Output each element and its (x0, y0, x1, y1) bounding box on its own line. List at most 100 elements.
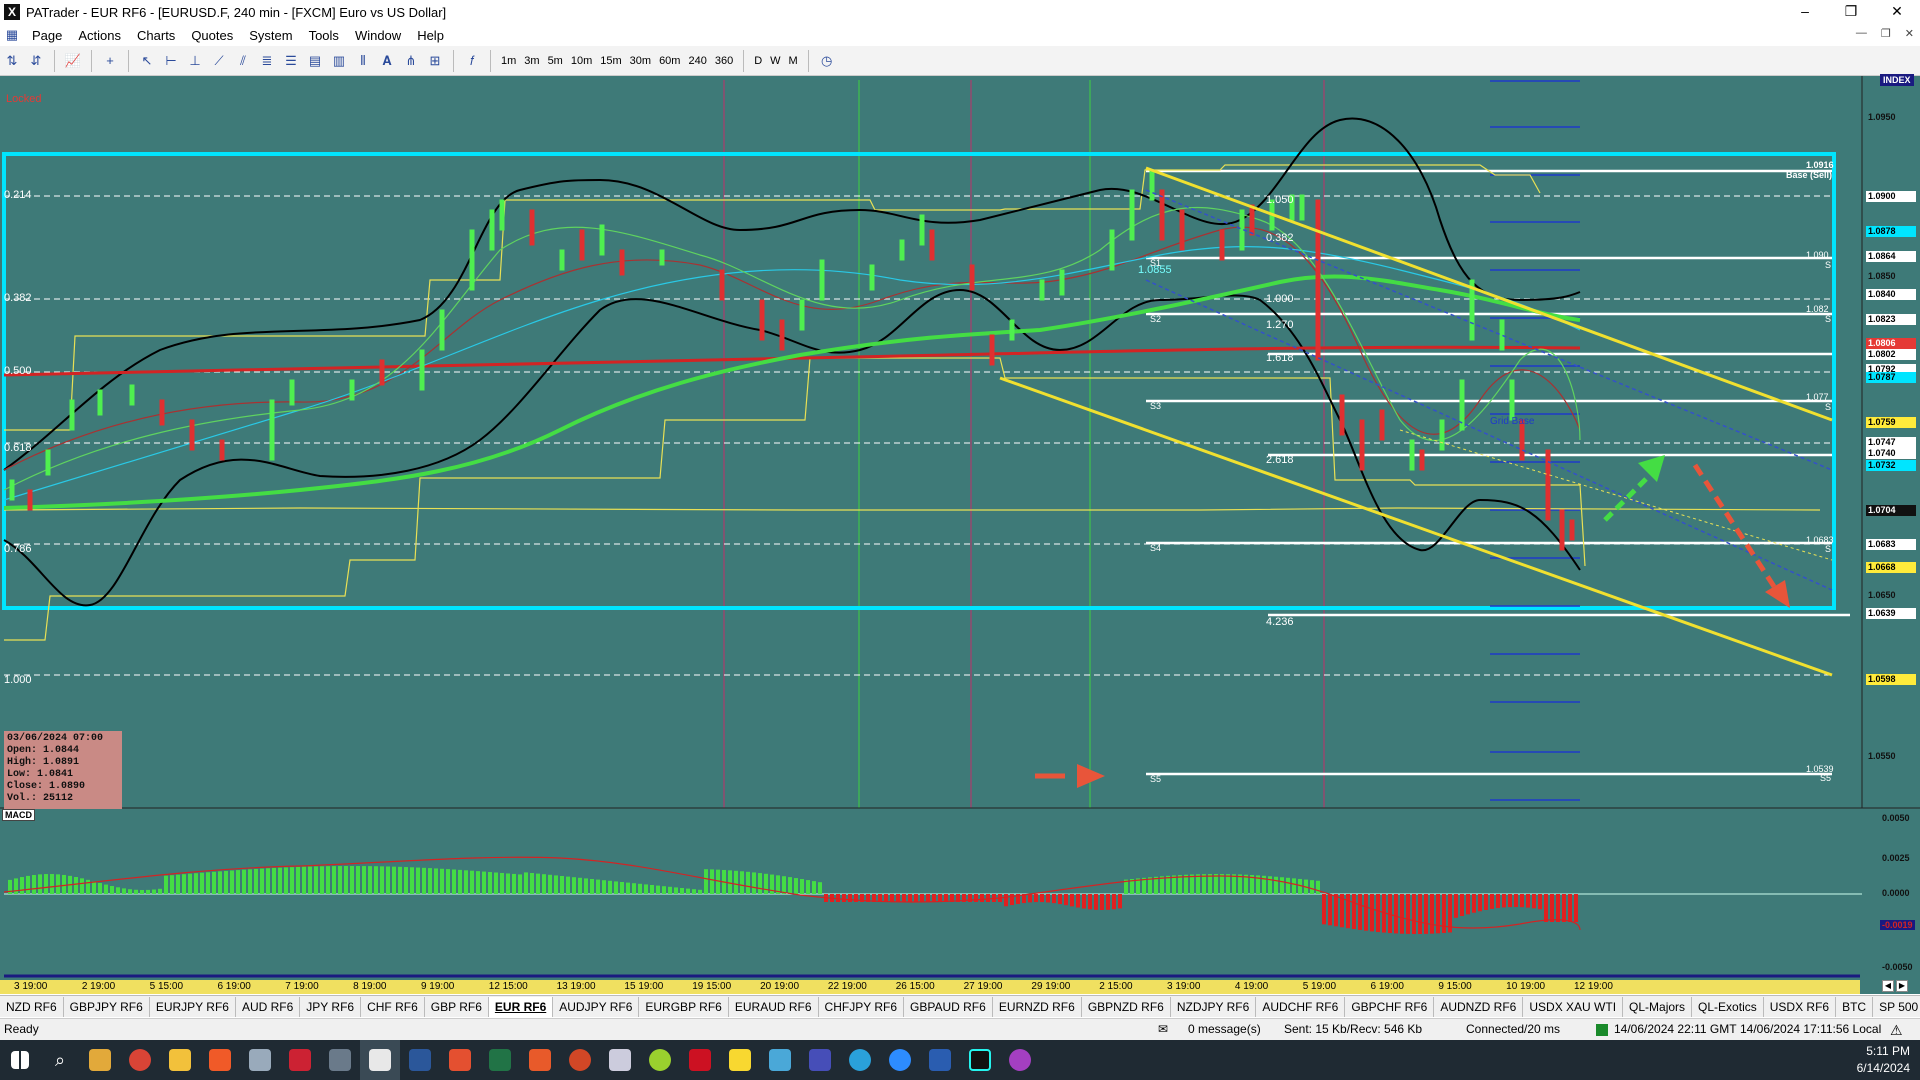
word-icon[interactable] (400, 1040, 440, 1080)
monitor-icon[interactable] (760, 1040, 800, 1080)
alert-icon[interactable]: ⚠ (1890, 1022, 1903, 1039)
symbol-tab[interactable]: USDX XAU WTI (1523, 996, 1624, 1017)
symbol-tab[interactable]: EURNZD RF6 (993, 996, 1082, 1017)
chrome-icon[interactable] (120, 1040, 160, 1080)
symbol-tab[interactable]: GBPCHF RF6 (1345, 996, 1435, 1017)
calculator-icon[interactable] (320, 1040, 360, 1080)
menu-quotes[interactable]: System (241, 28, 300, 43)
symbol-tab[interactable]: GBPJPY RF6 (64, 996, 150, 1017)
price-chart[interactable] (0, 76, 1920, 994)
crosshair-icon[interactable]: + (99, 50, 121, 72)
tf-1m[interactable]: 1m (497, 55, 520, 67)
search-icon[interactable]: ⌕ (40, 1040, 80, 1080)
teams-icon[interactable] (800, 1040, 840, 1080)
tf-d[interactable]: D (750, 55, 766, 67)
system-clock[interactable]: 5:11 PM 6/14/2024 (1857, 1043, 1910, 1077)
tf-5m[interactable]: 5m (544, 55, 567, 67)
symbol-tab[interactable]: SP 500 (1873, 997, 1920, 1017)
symbol-tab[interactable]: QL-Exotics (1692, 996, 1764, 1017)
page-icon[interactable]: ▦ (1, 24, 23, 46)
symbol-tab[interactable]: EURJPY RF6 (150, 996, 236, 1017)
symbol-tab[interactable]: CHFJPY RF6 (819, 996, 905, 1017)
symbol-tab[interactable]: EUR RF6 (488, 996, 554, 1017)
tiktok-icon[interactable] (960, 1040, 1000, 1080)
chart-icon[interactable]: 📈 (62, 50, 84, 72)
symbol-tab[interactable]: AUDJPY RF6 (553, 996, 640, 1017)
mk-avatar-icon[interactable] (1000, 1040, 1040, 1080)
trading-icon[interactable] (360, 1040, 400, 1080)
minimize-button[interactable]: – (1782, 0, 1828, 24)
vline-icon[interactable]: ⊥ (184, 50, 206, 72)
tf-30m[interactable]: 30m (626, 55, 655, 67)
tf-240[interactable]: 240 (684, 55, 710, 67)
tf-3m[interactable]: 3m (520, 55, 543, 67)
channel-icon[interactable]: ⫽ (232, 50, 254, 72)
s-app-icon[interactable] (520, 1040, 560, 1080)
grid-icon[interactable]: ⊞ (424, 50, 446, 72)
symbol-tab[interactable]: JPY RF6 (300, 996, 362, 1017)
indicator-icon[interactable]: 𝑓 (461, 50, 483, 72)
powerpoint-icon[interactable] (560, 1040, 600, 1080)
excel-icon[interactable] (480, 1040, 520, 1080)
gann-icon[interactable]: ▤ (304, 50, 326, 72)
tf-10m[interactable]: 10m (567, 55, 596, 67)
tf-60m[interactable]: 60m (655, 55, 684, 67)
start-icon[interactable] (0, 1040, 40, 1080)
cursor-icon[interactable]: ↖ (136, 50, 158, 72)
telegram-icon[interactable] (840, 1040, 880, 1080)
pitchfork-icon[interactable]: ⋔ (400, 50, 422, 72)
fib-icon[interactable]: ≣ (256, 50, 278, 72)
tf-w[interactable]: W (766, 55, 784, 67)
clock-icon[interactable]: ◷ (816, 50, 838, 72)
mdi-close-button[interactable]: ✕ (1905, 27, 1914, 40)
red-app-icon[interactable] (680, 1040, 720, 1080)
sticky-notes-icon[interactable] (720, 1040, 760, 1080)
mdi-restore-button[interactable]: ❐ (1881, 27, 1891, 40)
buy-sell-icon[interactable]: ⇅ (1, 50, 23, 72)
star-app-icon[interactable] (920, 1040, 960, 1080)
symbol-tab[interactable]: NZD RF6 (0, 996, 64, 1017)
menu-view[interactable]: Actions (70, 28, 129, 43)
scroll-right-icon[interactable]: ▶ (1896, 980, 1908, 992)
scroll-left-icon[interactable]: ◀ (1882, 980, 1894, 992)
folder-icon[interactable] (160, 1040, 200, 1080)
menu-charts[interactable]: Quotes (183, 28, 241, 43)
order-icon[interactable]: ⇵ (25, 50, 47, 72)
patrader-icon[interactable] (280, 1040, 320, 1080)
maximize-button[interactable]: ❐ (1828, 0, 1874, 24)
app-icon-chart[interactable] (80, 1040, 120, 1080)
zoom-icon[interactable] (880, 1040, 920, 1080)
menu-page[interactable]: Page (24, 28, 70, 43)
hline-icon[interactable]: ⊢ (160, 50, 182, 72)
notes-icon[interactable] (240, 1040, 280, 1080)
menu-actions[interactable]: Charts (129, 28, 183, 43)
cycles-icon[interactable]: ⦀ (352, 50, 374, 72)
fib-ext-icon[interactable]: ☰ (280, 50, 302, 72)
fan-icon[interactable]: ▥ (328, 50, 350, 72)
media-icon[interactable] (600, 1040, 640, 1080)
symbol-tab[interactable]: NZDJPY RF6 (1171, 996, 1257, 1017)
symbol-tab[interactable]: AUDCHF RF6 (1256, 996, 1346, 1017)
tf-15m[interactable]: 15m (596, 55, 625, 67)
menu-system[interactable]: Tools (301, 28, 347, 43)
menu-tools[interactable]: Window (347, 28, 409, 43)
tf-360[interactable]: 360 (711, 55, 737, 67)
envelope-icon[interactable]: ✉ (1158, 1022, 1168, 1036)
symbol-tab[interactable]: GBPNZD RF6 (1082, 996, 1171, 1017)
menu-window[interactable]: Help (409, 28, 452, 43)
symbol-tab[interactable]: GBPAUD RF6 (904, 996, 993, 1017)
brave-icon[interactable] (200, 1040, 240, 1080)
mdi-minimize-button[interactable]: — (1856, 27, 1867, 40)
status-messages[interactable]: 0 message(s) (1188, 1022, 1261, 1036)
symbol-tab[interactable]: EURAUD RF6 (729, 996, 819, 1017)
symbol-tab[interactable]: CHF RF6 (361, 996, 425, 1017)
symbol-tab[interactable]: GBP RF6 (425, 996, 489, 1017)
symbol-tab[interactable]: QL-Majors (1623, 996, 1693, 1017)
text-icon[interactable]: 𝐀 (376, 50, 398, 72)
symbol-tab[interactable]: AUDNZD RF6 (1434, 996, 1524, 1017)
n-app-icon[interactable] (640, 1040, 680, 1080)
symbol-tab[interactable]: BTC (1836, 996, 1874, 1017)
symbol-tab[interactable]: EURGBP RF6 (639, 996, 729, 1017)
symbol-tab[interactable]: AUD RF6 (236, 996, 301, 1017)
trendline-icon[interactable]: ⟋ (208, 50, 230, 72)
